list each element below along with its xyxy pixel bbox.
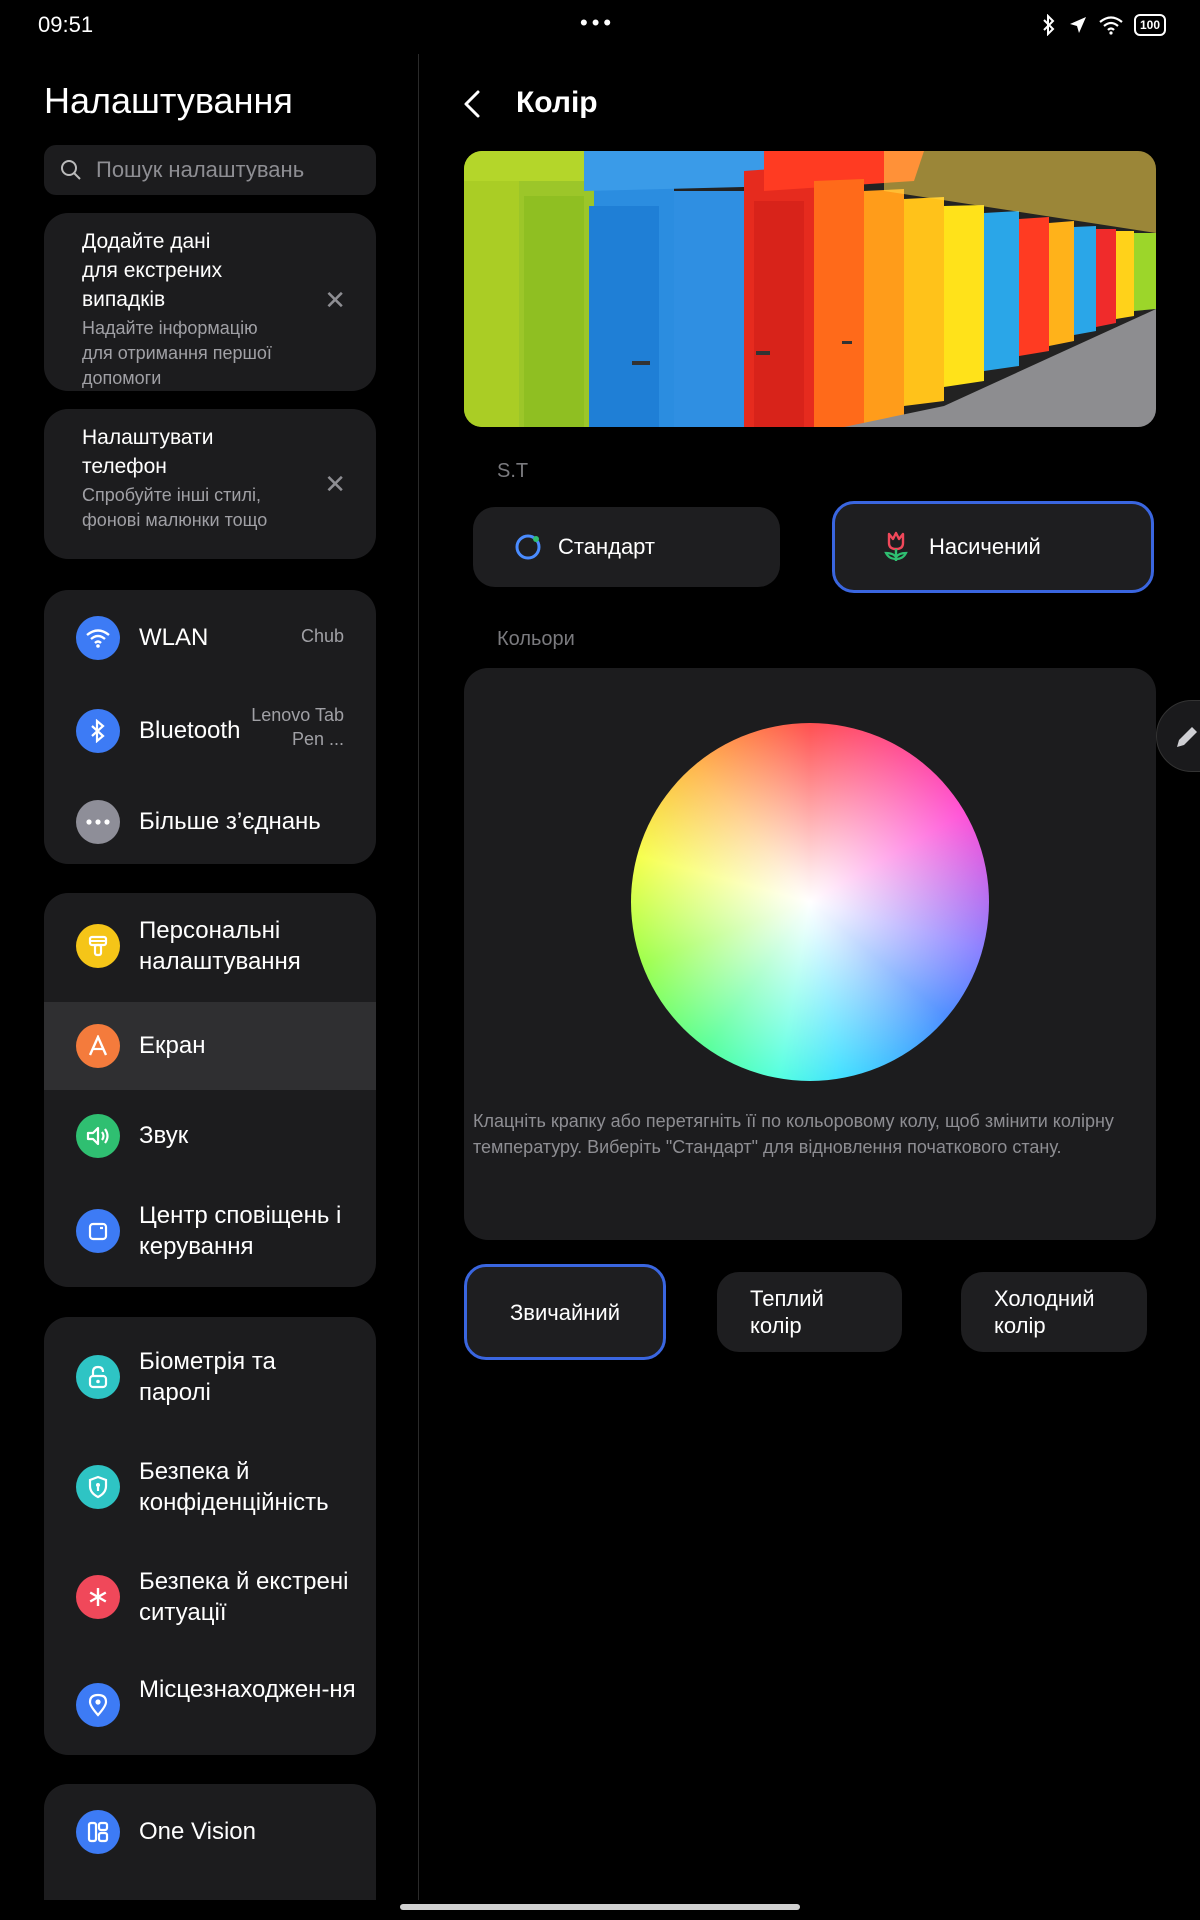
- lock-icon: [76, 1355, 120, 1399]
- panel-divider: [418, 54, 419, 1900]
- sidebar-item-display[interactable]: Екран: [44, 1002, 376, 1090]
- sidebar-item-label: Персональні налаштування: [139, 917, 301, 975]
- page-title: Колір: [516, 86, 598, 119]
- wifi-icon: [76, 616, 120, 660]
- temperature-warm-button[interactable]: Теплий колір: [717, 1272, 902, 1352]
- sidebar-item-label: Безпека й конфіденційність: [139, 1458, 329, 1516]
- location-status-icon: [1069, 17, 1086, 33]
- tulip-icon: [884, 531, 908, 561]
- other-group: One Vision: [44, 1784, 376, 1900]
- location-icon: [76, 1683, 120, 1727]
- sidebar-item-one-vision[interactable]: One Vision: [44, 1792, 376, 1872]
- temperature-normal-button[interactable]: Звичайний: [464, 1264, 666, 1360]
- search-bar[interactable]: [44, 145, 376, 195]
- one-vision-icon: [76, 1810, 120, 1854]
- sidebar-item-label: Центр сповіщень і керування: [139, 1202, 342, 1260]
- colors-section-label: Кольори: [497, 628, 575, 650]
- sidebar-item-wlan[interactable]: WLAN Chub: [44, 598, 376, 678]
- temperature-label: Звичайний: [510, 1299, 620, 1325]
- security-group: Біометрія та паролі Безпека й конфіденці…: [44, 1317, 376, 1755]
- sidebar-item-emergency[interactable]: Безпека й екстрені ситуації: [44, 1547, 376, 1647]
- search-input[interactable]: [96, 157, 356, 183]
- mode-label: Стандарт: [558, 534, 656, 559]
- preview-image: [464, 151, 1156, 427]
- suggestion-title: Налаштувати телефон: [82, 426, 214, 478]
- sidebar-item-bluetooth[interactable]: Bluetooth Lenovo Tab Pen ...: [44, 688, 376, 774]
- temperature-label: Холодний колір: [994, 1286, 1095, 1338]
- more-icon: [76, 800, 120, 844]
- emergency-icon: [76, 1575, 120, 1619]
- suggestion-card-setup[interactable]: Налаштувати телефон Спробуйте інші стилі…: [44, 409, 376, 559]
- color-wheel-hint: Клацніть крапку або перетягніть її по ко…: [473, 1111, 1114, 1157]
- back-arrow-icon[interactable]: [458, 84, 488, 124]
- personal-group: Персональні налаштування Екран Звук Цент…: [44, 893, 376, 1287]
- sidebar-item-personalization[interactable]: Персональні налаштування: [44, 901, 376, 991]
- home-indicator[interactable]: [400, 1904, 800, 1910]
- sidebar-item-value: Chub: [300, 626, 344, 646]
- temperature-cold-button[interactable]: Холодний колір: [961, 1272, 1147, 1352]
- sidebar-item-label: Біометрія та паролі: [139, 1348, 276, 1406]
- color-wheel-card: Клацніть крапку або перетягніть її по ко…: [464, 668, 1156, 1240]
- standard-mode-icon: [515, 534, 541, 560]
- sidebar-item-label: Більше з’єднань: [139, 808, 321, 835]
- pen-icon: [1177, 727, 1197, 747]
- search-icon: [61, 160, 81, 180]
- sidebar-item-label: Безпека й екстрені ситуації: [139, 1568, 349, 1626]
- bluetooth-status-icon: [1043, 14, 1055, 36]
- sidebar-item-value: Lenovo Tab Pen ...: [251, 705, 344, 749]
- shield-icon: [76, 1465, 120, 1509]
- close-icon[interactable]: ✕: [324, 285, 346, 316]
- temperature-label: Теплий колір: [750, 1286, 824, 1338]
- color-wheel[interactable]: [631, 723, 989, 1081]
- sidebar-item-more-connections[interactable]: Більше з’єднань: [44, 782, 376, 862]
- settings-sidebar: Налаштування Додайте дані для екстрених …: [0, 0, 418, 1920]
- mode-section-label: S.T: [497, 460, 529, 482]
- bluetooth-icon: [76, 709, 120, 753]
- suggestion-subtitle: Надайте інформацію для отримання першої …: [82, 318, 272, 388]
- pen-shortcut-tab[interactable]: [1156, 700, 1200, 772]
- suggestion-card-emergency[interactable]: Додайте дані для екстрених випадків Нада…: [44, 213, 376, 391]
- sidebar-item-biometrics[interactable]: Біометрія та паролі: [44, 1327, 376, 1427]
- mode-standard-button[interactable]: Стандарт: [473, 507, 780, 587]
- mode-label: Насичений: [929, 534, 1041, 559]
- status-icons: 100: [1040, 14, 1166, 36]
- notification-icon: [76, 1209, 120, 1253]
- sidebar-item-label: Bluetooth: [139, 717, 241, 744]
- close-icon[interactable]: ✕: [324, 469, 346, 500]
- sidebar-item-location[interactable]: Місцезнаходжен-ня: [44, 1655, 376, 1755]
- sidebar-item-label: Місцезнаходжен-ня: [139, 1676, 356, 1703]
- display-icon: [76, 1024, 120, 1068]
- sidebar-item-notification-center[interactable]: Центр сповіщень і керування: [44, 1183, 376, 1279]
- sidebar-item-label: One Vision: [139, 1818, 256, 1845]
- battery-icon: 100: [1133, 14, 1166, 36]
- brush-icon: [76, 924, 120, 968]
- sidebar-item-label: Звук: [139, 1122, 189, 1149]
- mode-saturated-button[interactable]: Насичений: [832, 501, 1154, 593]
- sidebar-item-label: WLAN: [139, 624, 209, 651]
- suggestion-title: Додайте дані для екстрених випадків: [82, 230, 223, 311]
- connections-group: WLAN Chub Bluetooth Lenovo Tab Pen ... Б…: [44, 590, 376, 864]
- suggestion-subtitle: Спробуйте інші стилі, фонові малюнки тощ…: [82, 485, 268, 530]
- sidebar-item-sound[interactable]: Звук: [44, 1093, 376, 1179]
- sound-icon: [76, 1114, 120, 1158]
- sidebar-item-label: Екран: [139, 1032, 206, 1059]
- wifi-status-icon: [1099, 16, 1123, 35]
- multitask-dots-icon[interactable]: •••: [580, 10, 615, 36]
- settings-title: Налаштування: [44, 80, 293, 121]
- sidebar-item-privacy[interactable]: Безпека й конфіденційність: [44, 1437, 376, 1537]
